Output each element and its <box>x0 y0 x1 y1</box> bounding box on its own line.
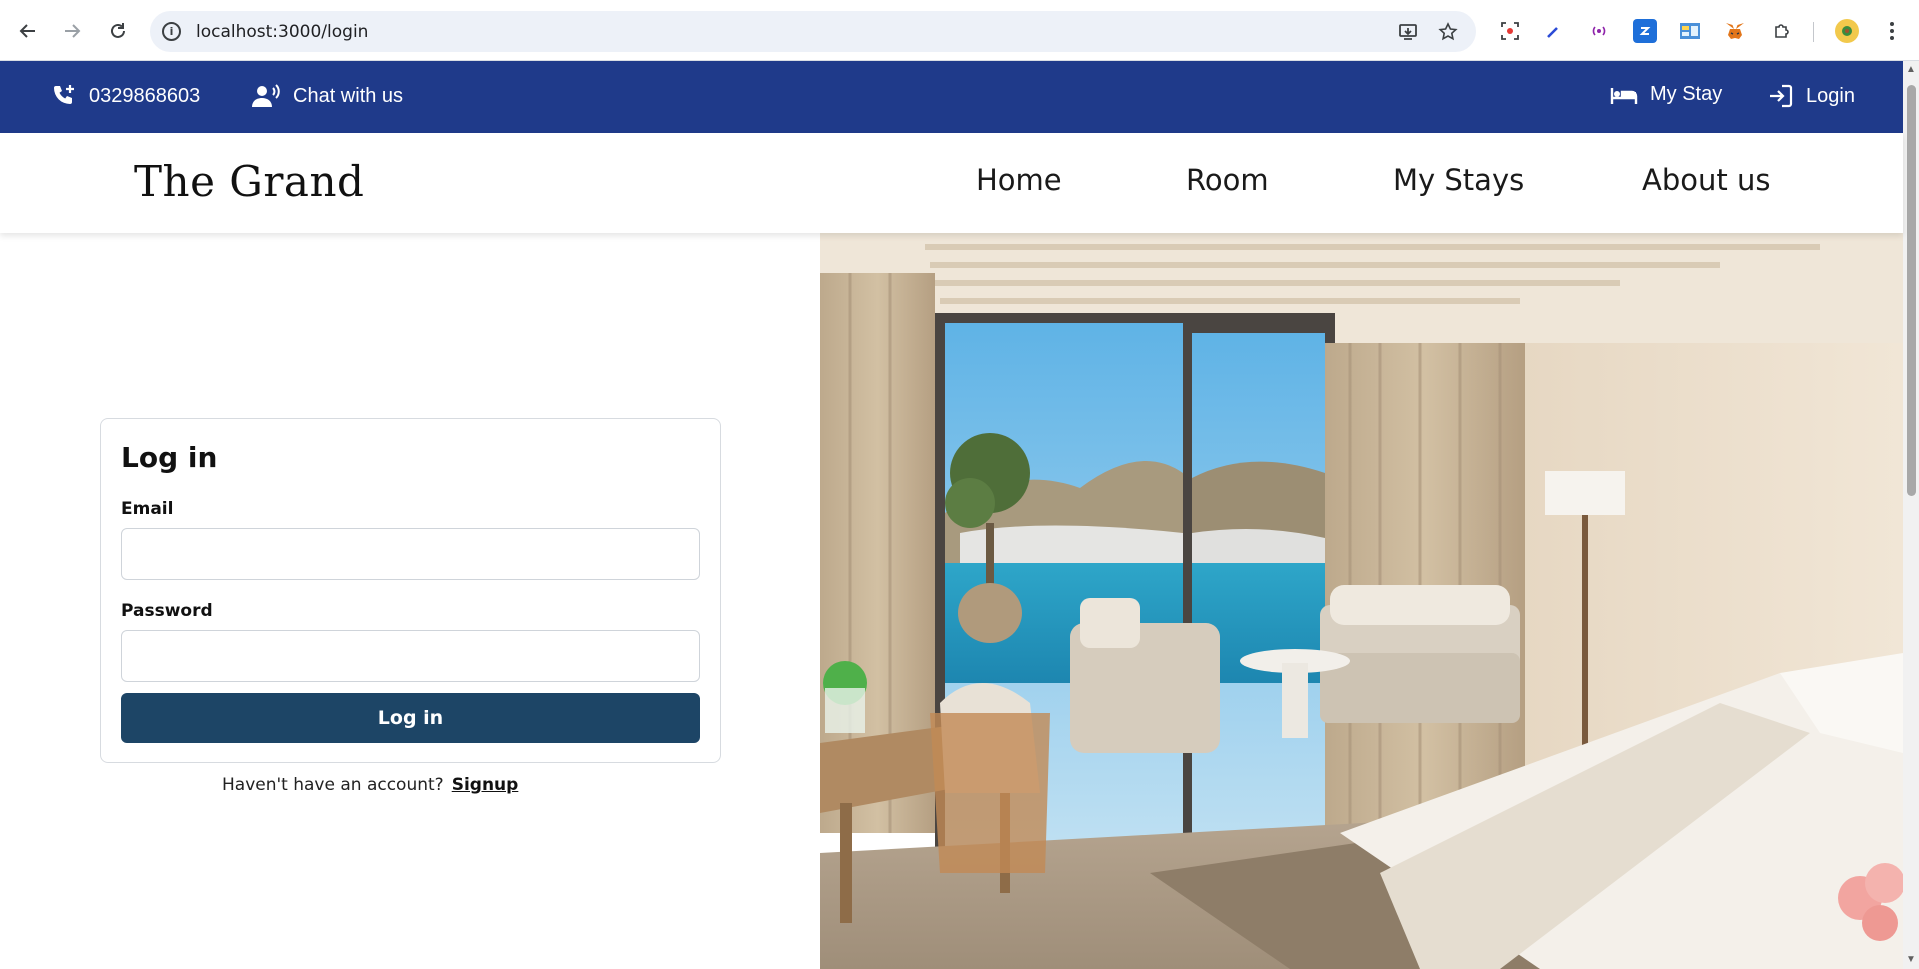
my-stay-label: My Stay <box>1650 83 1723 105</box>
toolbar-divider <box>1813 22 1814 42</box>
browser-toolbar: i localhost:3000/login <box>0 0 1919 61</box>
profile-avatar-icon[interactable] <box>1835 19 1859 43</box>
hotel-room-image <box>820 233 1903 969</box>
layout-extension-icon[interactable] <box>1678 19 1702 43</box>
scroll-down-icon[interactable]: ▼ <box>1906 954 1916 965</box>
chat-label: Chat with us <box>293 84 404 107</box>
forward-icon[interactable] <box>56 15 88 47</box>
phone-contact[interactable]: 0329868603 <box>51 83 200 109</box>
password-label: Password <box>121 601 213 621</box>
site-info-icon[interactable]: i <box>162 22 181 41</box>
install-app-icon[interactable] <box>1396 20 1420 44</box>
nav-my-stays[interactable]: My Stays <box>1393 163 1524 197</box>
password-field[interactable] <box>121 630 700 682</box>
pen-extension-icon[interactable] <box>1542 19 1566 43</box>
broadcast-extension-icon[interactable] <box>1587 19 1611 43</box>
bookmark-star-icon[interactable] <box>1436 20 1460 44</box>
scrollbar-thumb[interactable] <box>1907 85 1916 496</box>
scroll-up-icon[interactable]: ▲ <box>1906 64 1916 75</box>
site-header: The Grand Home Room My Stays About us <box>0 133 1903 233</box>
signup-prompt-text: Haven't have an account? <box>222 775 444 795</box>
metamask-fox-icon[interactable] <box>1723 19 1747 43</box>
my-stay-link[interactable]: My Stay <box>1610 83 1722 106</box>
signup-link[interactable]: Signup <box>452 775 519 795</box>
chat-support-icon <box>252 84 280 107</box>
phone-icon <box>54 85 74 104</box>
browser-menu-icon[interactable] <box>1880 19 1904 43</box>
address-bar[interactable]: i localhost:3000/login <box>150 11 1476 52</box>
login-enter-icon <box>1770 84 1793 108</box>
nav-about-us[interactable]: About us <box>1642 163 1770 197</box>
email-label: Email <box>121 499 174 519</box>
url-text: localhost:3000/login <box>196 22 369 42</box>
nav-room[interactable]: Room <box>1186 163 1269 197</box>
login-submit-button[interactable]: Log in <box>121 693 700 743</box>
signup-prompt-row: Haven't have an account? Signup <box>222 775 518 795</box>
login-link[interactable]: Login <box>1768 83 1855 109</box>
extensions-puzzle-icon[interactable] <box>1770 19 1794 43</box>
chat-with-us-link[interactable]: Chat with us <box>251 83 403 109</box>
screen-capture-extension-icon[interactable] <box>1498 19 1522 43</box>
nav-home[interactable]: Home <box>976 163 1062 197</box>
bed-icon <box>1610 87 1638 104</box>
brand-logo[interactable]: The Grand <box>134 157 364 206</box>
login-title: Log in <box>121 441 218 474</box>
blue-extension-icon[interactable] <box>1633 19 1657 43</box>
login-label: Login <box>1806 84 1855 107</box>
site-topbar: 0329868603 Chat with us My Stay Login <box>0 61 1903 133</box>
phone-number: 0329868603 <box>89 84 201 107</box>
page-scrollbar[interactable]: ▲ ▼ <box>1903 61 1919 969</box>
login-form: Log in Email Password Log in <box>100 418 721 763</box>
email-field[interactable] <box>121 528 700 580</box>
reload-icon[interactable] <box>102 15 134 47</box>
back-icon[interactable] <box>12 15 44 47</box>
